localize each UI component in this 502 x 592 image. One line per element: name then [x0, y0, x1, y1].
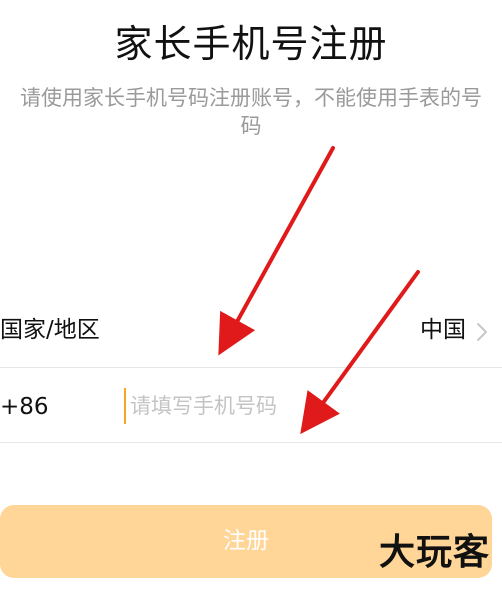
page-subtitle: 请使用家长手机号码注册账号，不能使用手表的号码	[20, 86, 482, 138]
country-region-row[interactable]: 国家/地区 中国	[0, 300, 502, 368]
country-region-value: 中国	[420, 317, 466, 343]
phone-number-input[interactable]	[124, 388, 430, 424]
phone-number-row: +86	[0, 368, 502, 443]
watermark-logo: 大玩客	[378, 531, 490, 573]
country-region-label: 国家/地区	[0, 317, 100, 343]
chevron-right-icon	[477, 323, 487, 341]
page-title: 家长手机号注册	[114, 22, 388, 66]
dial-code: +86	[0, 394, 49, 420]
